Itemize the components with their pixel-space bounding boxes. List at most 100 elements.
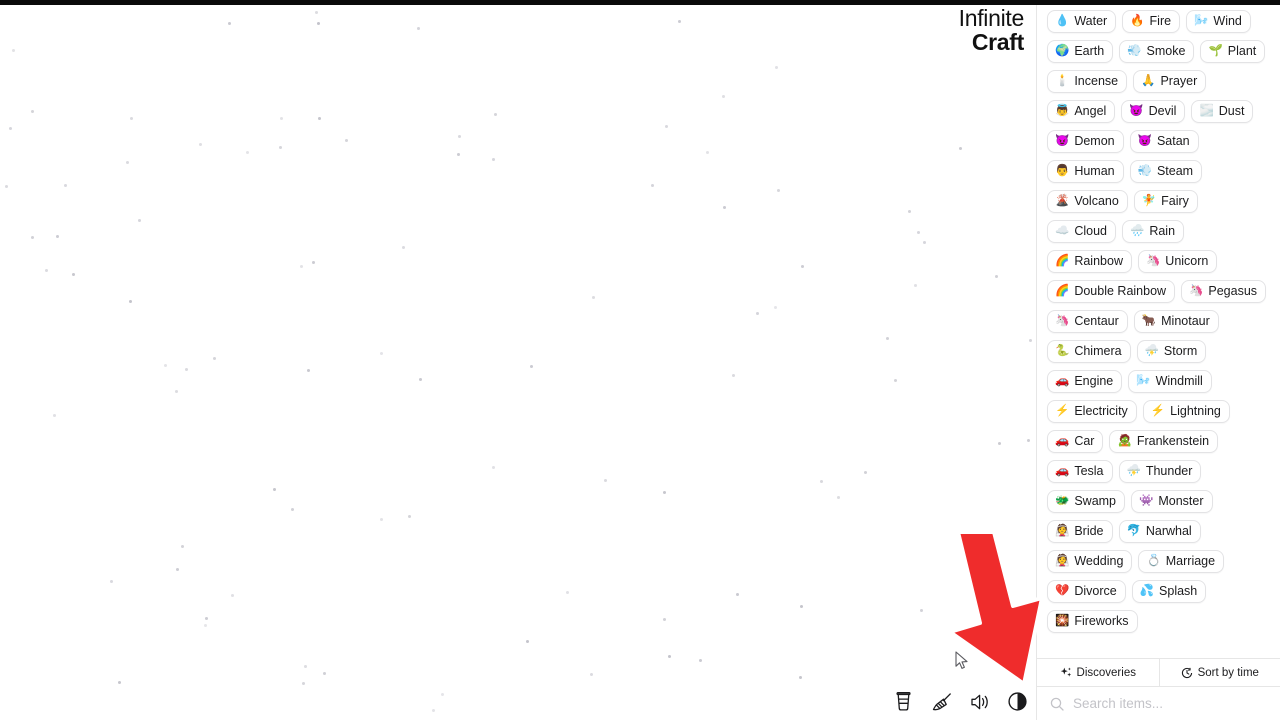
item-emoji-icon: ⚡ [1150, 404, 1166, 417]
item-chip-label: Narwhal [1145, 524, 1192, 539]
item-chip[interactable]: ⛈️ Thunder [1118, 460, 1202, 483]
item-chip[interactable]: 😈 Satan [1129, 130, 1199, 153]
background-star [723, 206, 727, 210]
item-chip[interactable]: 🚗 Engine [1047, 370, 1123, 393]
item-chip[interactable]: 💧 Water [1047, 10, 1117, 33]
item-chip[interactable]: 🌫️ Dust [1191, 100, 1254, 123]
item-chip[interactable]: 🌧️ Rain [1122, 220, 1185, 243]
item-chip[interactable]: 😈 Demon [1047, 130, 1124, 153]
item-chip[interactable]: 💦 Splash [1131, 580, 1207, 603]
item-chip[interactable]: 🌍 Earth [1047, 40, 1114, 63]
background-star [300, 264, 304, 268]
item-chip[interactable]: 🐂 Minotaur [1133, 310, 1219, 333]
item-emoji-icon: 🔥 [1130, 14, 1145, 27]
background-star [418, 378, 422, 382]
item-chip[interactable]: 🐬 Narwhal [1118, 520, 1201, 543]
sound-button[interactable] [969, 691, 990, 712]
item-chip[interactable]: 🦄 Unicorn [1137, 250, 1218, 273]
item-chip[interactable]: 💨 Steam [1129, 160, 1203, 183]
item-chip[interactable]: 🔥 Fire [1122, 10, 1181, 33]
search-bar[interactable] [1037, 686, 1280, 720]
item-chip[interactable]: 🐲 Swamp [1047, 490, 1126, 513]
background-star [667, 654, 671, 658]
background-star [129, 299, 133, 303]
item-chip-label: Incense [1074, 74, 1119, 89]
item-chip[interactable]: 🦄 Pegasus [1181, 280, 1267, 303]
item-chip[interactable]: 💔 Divorce [1047, 580, 1126, 603]
item-chip-label: Demon [1074, 134, 1115, 149]
background-star [272, 487, 276, 491]
item-chip-label: Double Rainbow [1074, 284, 1167, 299]
item-chip[interactable]: 🌱 Plant [1200, 40, 1266, 63]
item-chip-label: Steam [1156, 164, 1194, 179]
item-emoji-icon: ⚡ [1055, 404, 1070, 417]
item-chip[interactable]: 💍 Marriage [1138, 550, 1225, 573]
item-chip[interactable]: 🚗 Car [1047, 430, 1104, 453]
item-chip[interactable]: 🎇 Fireworks [1047, 610, 1138, 633]
background-star [916, 231, 920, 235]
background-star [777, 188, 781, 192]
item-emoji-icon: 🌈 [1055, 284, 1070, 297]
item-chip[interactable]: ☁️ Cloud [1047, 220, 1116, 243]
item-chip[interactable]: 🌬️ Windmill [1128, 370, 1212, 393]
item-chip[interactable]: 🌈 Double Rainbow [1047, 280, 1176, 303]
item-chip[interactable]: ⛈️ Storm [1136, 340, 1207, 363]
tab-discoveries[interactable]: Discoveries [1037, 659, 1159, 686]
bottom-toolbar [893, 691, 1028, 712]
clock-icon [1181, 667, 1193, 679]
item-chip[interactable]: 👼 Angel [1047, 100, 1116, 123]
sparkles-icon [1060, 667, 1072, 679]
item-emoji-icon: 🦄 [1189, 284, 1204, 297]
item-emoji-icon: 🌧️ [1130, 224, 1145, 237]
item-chip[interactable]: 🌈 Rainbow [1047, 250, 1132, 273]
background-star [408, 514, 412, 518]
item-chip[interactable]: 🦄 Centaur [1047, 310, 1128, 333]
background-star [402, 245, 406, 249]
item-chip-label: Cloud [1074, 224, 1107, 239]
background-star [175, 390, 179, 394]
item-chip-label: Storm [1163, 344, 1198, 359]
item-chip[interactable]: 👰 Wedding [1047, 550, 1133, 573]
item-chip[interactable]: 🌋 Volcano [1047, 190, 1128, 213]
coffee-button[interactable] [893, 691, 914, 712]
item-chip[interactable]: 🙏 Prayer [1133, 70, 1207, 93]
item-chip[interactable]: 👨 Human [1047, 160, 1124, 183]
background-star [493, 112, 497, 116]
background-star [180, 545, 184, 549]
item-chip-label: Unicorn [1165, 254, 1209, 269]
background-star [312, 260, 316, 264]
speaker-icon [970, 693, 990, 711]
item-emoji-icon: 👨 [1055, 164, 1070, 177]
item-chip[interactable]: 🧚 Fairy [1133, 190, 1198, 213]
item-chip[interactable]: 🐍 Chimera [1047, 340, 1131, 363]
item-chip[interactable]: 🌬️ Wind [1186, 10, 1251, 33]
item-chip[interactable]: 👾 Monster [1131, 490, 1213, 513]
search-input[interactable] [1073, 696, 1268, 711]
items-scroll-area[interactable]: 💧 Water 🔥 Fire 🌬️ Wind 🌍 Earth 💨 Smoke 🌱 Plant 🕯️ Inc… [1037, 0, 1280, 658]
item-chip-label: Minotaur [1161, 314, 1210, 329]
item-emoji-icon: 💦 [1139, 584, 1155, 597]
item-chip[interactable]: 🕯️ Incense [1047, 70, 1128, 93]
item-chip[interactable]: 🧟 Frankenstein [1109, 430, 1219, 453]
background-star [863, 471, 867, 475]
background-star [1029, 339, 1033, 343]
theme-button[interactable] [1007, 691, 1028, 712]
app-logo: Infinite Craft [959, 6, 1025, 54]
item-chip[interactable]: 🚗 Tesla [1047, 460, 1113, 483]
crafting-canvas[interactable] [0, 0, 1036, 720]
background-star [736, 592, 740, 596]
tab-sort-by-time[interactable]: Sort by time [1158, 659, 1280, 686]
background-star [440, 692, 444, 696]
item-chip-label: Tesla [1074, 464, 1104, 479]
item-chip-label: Rainbow [1074, 254, 1123, 269]
background-star [205, 617, 209, 621]
item-chip[interactable]: ⚡ Lightning [1142, 400, 1230, 423]
background-star [290, 508, 294, 512]
background-star [164, 363, 168, 367]
item-chip[interactable]: 💨 Smoke [1119, 40, 1195, 63]
item-chip[interactable]: 👰 Bride [1047, 520, 1113, 543]
clear-button[interactable] [931, 691, 952, 712]
background-star [126, 161, 130, 165]
item-chip[interactable]: 😈 Devil [1121, 100, 1186, 123]
item-chip[interactable]: ⚡ Electricity [1047, 400, 1137, 423]
